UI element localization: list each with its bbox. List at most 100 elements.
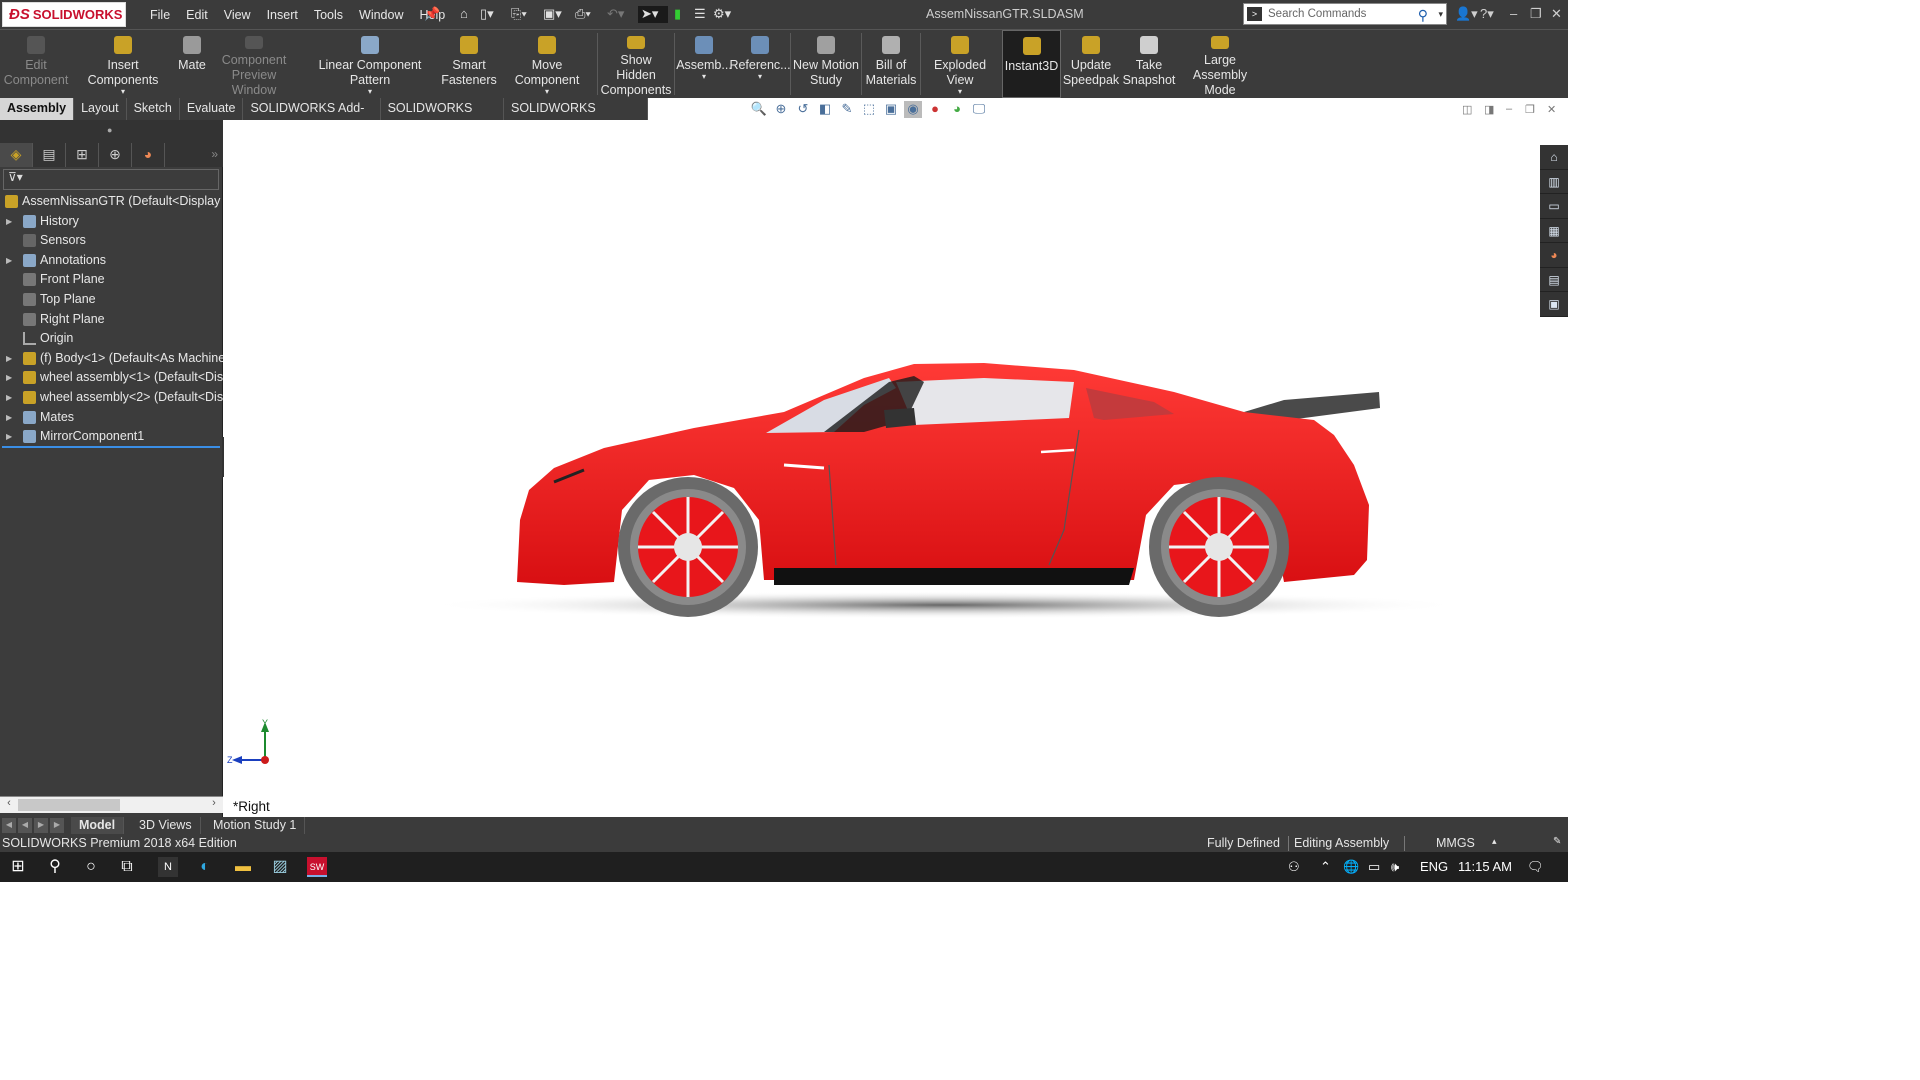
tree-item-history[interactable]: ▶ History	[0, 212, 223, 232]
linear-component-pattern-button[interactable]: Linear Component Pattern ▾	[300, 30, 440, 98]
view-palette-icon[interactable]: ▦	[1540, 219, 1568, 243]
language-indicator[interactable]: ENG	[1420, 859, 1448, 874]
menu-edit[interactable]: Edit	[186, 8, 208, 22]
file-explorer-taskbar-icon[interactable]: ▬	[233, 857, 253, 877]
rebuild-icon[interactable]: ▮	[674, 6, 681, 23]
tab-evaluate[interactable]: Evaluate	[179, 98, 244, 120]
home-icon[interactable]: ⌂	[460, 6, 468, 23]
app-n-icon[interactable]: N	[158, 857, 178, 877]
filter-icon[interactable]: ⊽▾	[8, 170, 23, 184]
scrollbar-thumb[interactable]	[18, 799, 120, 811]
configuration-manager-tab-icon[interactable]: ⊞	[66, 143, 99, 167]
print-icon[interactable]: ⎙▾	[575, 6, 591, 23]
network-globe-icon[interactable]: 🌐	[1343, 859, 1359, 875]
first-tab-icon[interactable]: ◀	[2, 818, 16, 833]
large-assembly-mode-button[interactable]: Large Assembly Mode	[1178, 30, 1262, 98]
scroll-right-icon[interactable]: ›	[207, 797, 221, 809]
tree-item-top-plane[interactable]: Top Plane	[0, 290, 223, 310]
tree-item-mates[interactable]: ▶ Mates	[0, 408, 223, 428]
quick-tips-icon[interactable]: ✎	[1553, 836, 1561, 847]
menu-insert[interactable]: Insert	[267, 8, 298, 22]
new-motion-study-button[interactable]: New Motion Study	[792, 30, 860, 98]
display-style-icon[interactable]: ▣	[882, 101, 900, 118]
view-settings-icon[interactable]: 🖵	[970, 101, 988, 118]
clock-time[interactable]: 11:15 AM	[1458, 859, 1512, 874]
tree-item-sensors[interactable]: Sensors	[0, 231, 223, 251]
file-properties-icon[interactable]: ☰	[694, 6, 706, 23]
tab-model[interactable]: Model	[71, 817, 125, 834]
expand-arrow-icon[interactable]: ▶	[6, 251, 14, 270]
save-icon[interactable]: ▣▾	[543, 6, 562, 23]
battery-icon[interactable]: ▭	[1368, 859, 1380, 875]
reference-geometry-button[interactable]: Referenc... ▾	[729, 30, 791, 98]
undo-icon[interactable]: ↶▾	[607, 6, 624, 23]
viewport-minimize-icon[interactable]: –	[1506, 103, 1512, 115]
rollback-bar[interactable]	[2, 446, 220, 448]
cortana-icon[interactable]: ○	[81, 857, 101, 877]
options-gear-icon[interactable]: ⚙▾	[713, 6, 731, 23]
solidworks-logo[interactable]: ƉS SOLIDWORKS	[2, 2, 126, 27]
bill-of-materials-button[interactable]: Bill of Materials	[862, 30, 920, 98]
chevron-down-icon[interactable]: ▾	[368, 88, 372, 96]
graphics-area[interactable]	[224, 120, 1540, 817]
chevron-down-icon[interactable]: ▾	[958, 88, 962, 96]
volume-icon[interactable]: 🕪	[1391, 859, 1399, 875]
tree-item-body[interactable]: ▶ (f) Body<1> (Default<As Machine	[0, 349, 223, 369]
tab-solidworks-visualize[interactable]: SOLIDWORKS Visualize	[504, 98, 649, 136]
pin-icon[interactable]: 📌	[424, 6, 440, 23]
panel-grip-icon[interactable]: ●	[107, 125, 112, 135]
tree-item-mirror-component[interactable]: ▶ MirrorComponent1	[0, 427, 223, 447]
hide-show-items-icon[interactable]: ◉	[904, 101, 922, 118]
expand-arrow-icon[interactable]: ▶	[6, 388, 14, 407]
scroll-left-icon[interactable]: ‹	[2, 797, 16, 809]
people-icon[interactable]: ⚇	[1288, 859, 1300, 875]
chevron-down-icon[interactable]: ▾	[702, 73, 706, 81]
dimxpert-manager-tab-icon[interactable]: ⊕	[99, 143, 132, 167]
update-speedpak-button[interactable]: Update Speedpak	[1062, 30, 1120, 98]
user-icon[interactable]: 👤▾	[1455, 6, 1478, 22]
show-hidden-components-button[interactable]: Show Hidden Components	[600, 30, 672, 98]
search-commands-input[interactable]: > Search Commands ⚲ ▾	[1243, 3, 1447, 25]
component-preview-button[interactable]: Component Preview Window	[212, 30, 296, 98]
menu-tools[interactable]: Tools	[314, 8, 343, 22]
tree-item-wheel-assembly-2[interactable]: ▶ wheel assembly<2> (Default<Dis	[0, 388, 223, 408]
chevron-down-icon[interactable]: ▾	[545, 88, 549, 96]
mate-button[interactable]: Mate	[174, 30, 210, 98]
tree-horizontal-scrollbar[interactable]: ‹ ›	[0, 796, 223, 813]
chevron-down-icon[interactable]: ▾	[758, 73, 762, 81]
next-tab-icon[interactable]: ▶	[34, 818, 48, 833]
edge-browser-icon[interactable]: ◐	[195, 857, 215, 877]
new-document-icon[interactable]: ▯▾	[480, 6, 494, 23]
exploded-view-button[interactable]: Exploded View ▾	[921, 30, 999, 98]
menu-view[interactable]: View	[224, 8, 251, 22]
zoom-to-area-icon[interactable]: ⊕	[772, 101, 790, 118]
viewport-close-icon[interactable]: ✕	[1547, 103, 1556, 116]
minimize-icon[interactable]: –	[1510, 6, 1517, 21]
close-icon[interactable]: ✕	[1551, 6, 1562, 22]
tray-chevron-up-icon[interactable]: ⌃	[1320, 859, 1331, 875]
tree-item-front-plane[interactable]: Front Plane	[0, 270, 223, 290]
move-component-button[interactable]: Move Component ▾	[498, 30, 596, 98]
apply-scene-icon[interactable]: ◕	[948, 101, 966, 118]
appearances-scenes-icon[interactable]: ◕	[1540, 243, 1568, 268]
expand-arrow-icon[interactable]: ▶	[6, 368, 14, 387]
units-selector[interactable]: MMGS	[1436, 836, 1475, 850]
display-manager-tab-icon[interactable]: ◕	[132, 143, 165, 167]
tree-root-assembly[interactable]: AssemNissanGTR (Default<Display S	[0, 192, 223, 212]
open-icon[interactable]: ⎘▾	[511, 6, 527, 23]
photos-icon[interactable]: ▨	[270, 857, 290, 877]
instant3d-button[interactable]: Instant3D	[1002, 30, 1061, 98]
last-tab-icon[interactable]: ▶	[50, 818, 64, 833]
select-icon[interactable]: ➤▾	[638, 6, 668, 23]
expand-arrow-icon[interactable]: ▶	[6, 408, 14, 427]
solidworks-taskbar-icon[interactable]: SW	[307, 857, 327, 877]
tree-filter-field[interactable]: ⊽▾	[3, 169, 219, 190]
windows-start-icon[interactable]: ⊞	[8, 857, 28, 877]
solidworks-resources-icon[interactable]: ⌂	[1540, 145, 1568, 170]
tab-assembly[interactable]: Assembly	[0, 98, 75, 120]
units-dropdown-icon[interactable]: ▴	[1492, 836, 1497, 847]
help-icon[interactable]: ?▾	[1480, 6, 1494, 22]
edit-component-button[interactable]: Edit Component	[2, 30, 70, 98]
tab-layout[interactable]: Layout	[74, 98, 127, 120]
menu-file[interactable]: File	[150, 8, 170, 22]
